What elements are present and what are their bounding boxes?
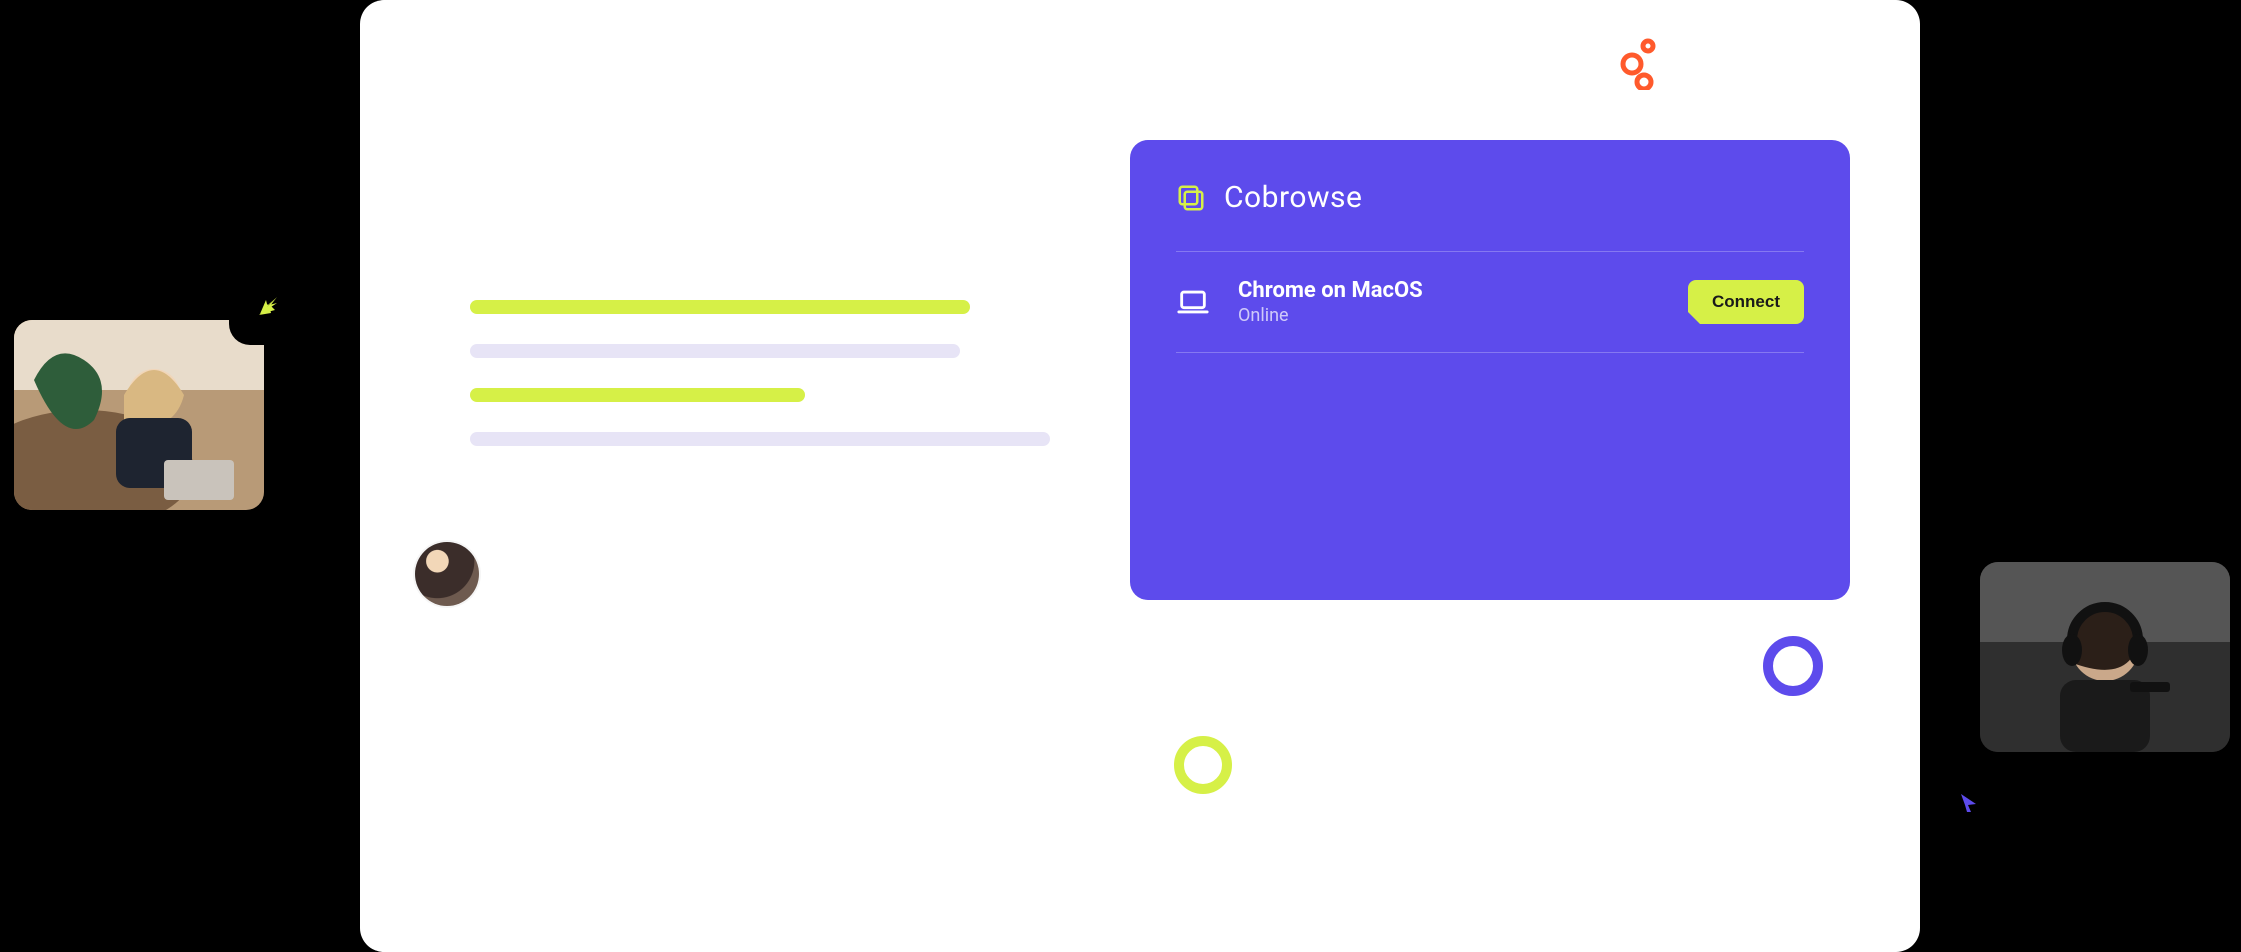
laptop-icon [1176,285,1210,319]
cursor-arrow-purple-icon [1956,790,1980,814]
session-name: Chrome on MacOS [1238,278,1660,303]
placeholder-line [470,344,960,358]
agent-thumbnail [1980,562,2230,752]
cobrowse-header: Cobrowse [1176,180,1804,252]
placeholder-line [470,300,970,314]
ring-green-icon [1174,736,1232,794]
session-text: Chrome on MacOS Online [1238,278,1660,326]
cobrowse-logo-icon [1176,183,1206,213]
cursor-badge-customer [236,274,300,338]
ring-purple-icon [1763,636,1823,696]
placeholder-text-block [470,300,1050,446]
placeholder-line [470,388,805,402]
cursor-arrow-green-icon [256,294,280,318]
connect-button[interactable]: Connect [1688,280,1804,324]
placeholder-line [470,432,1050,446]
customer-thumbnail [14,320,264,510]
deco-orange-icon [1618,38,1658,90]
session-row: Chrome on MacOS Online Connect [1176,252,1804,353]
user-avatar [415,542,479,606]
cursor-badge-agent [1936,770,2000,834]
session-status: Online [1238,305,1660,326]
feature-panel: Cobrowse Chrome on MacOS Online Connect [360,0,1920,952]
cobrowse-title: Cobrowse [1224,180,1362,215]
cobrowse-card: Cobrowse Chrome on MacOS Online Connect [1130,140,1850,600]
